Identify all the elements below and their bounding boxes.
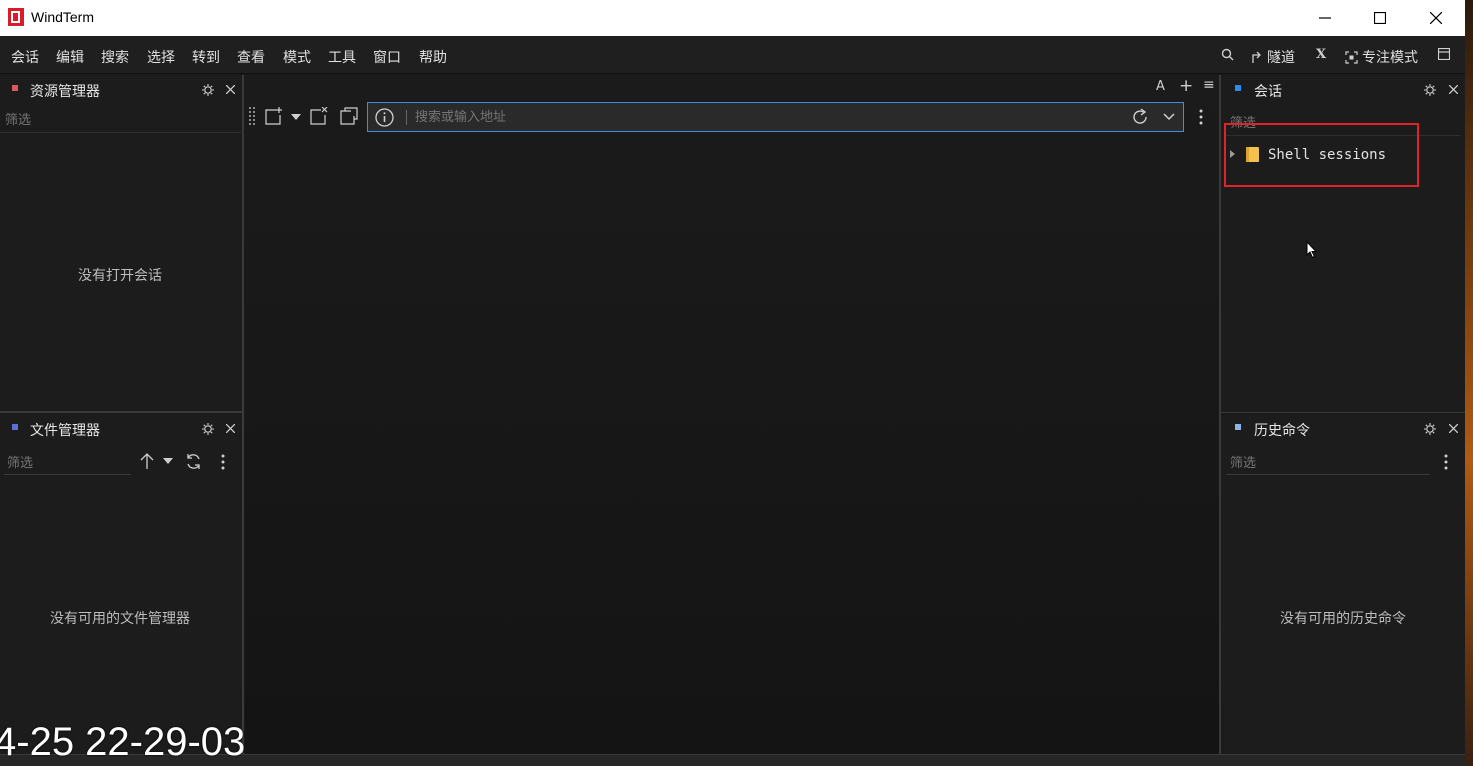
new-tab-button[interactable]: +: [1179, 76, 1193, 96]
up-arrow-icon[interactable]: [140, 452, 154, 470]
menu-search[interactable]: 搜索: [101, 47, 129, 67]
file-manager-empty-message: 没有可用的文件管理器: [50, 611, 190, 627]
layout-icon[interactable]: [1438, 48, 1450, 60]
address-separator: [406, 110, 407, 125]
title-bar: WindTerm: [0, 0, 1465, 36]
menu-view[interactable]: 查看: [237, 47, 265, 67]
more-vertical-icon[interactable]: [221, 454, 225, 470]
close-session-icon[interactable]: [310, 107, 328, 125]
filter-underline: [1226, 474, 1430, 475]
explorer-panel: 资源管理器 没有打开会话: [0, 75, 243, 412]
history-filter-input[interactable]: [1230, 452, 1430, 472]
file-manager-color-dot: [12, 424, 18, 430]
main-workspace: A + ≡: [245, 75, 1219, 755]
filter-underline: [4, 474, 131, 475]
tunnel-button[interactable]: 隧道: [1251, 47, 1295, 67]
more-vertical-icon[interactable]: [1199, 109, 1203, 125]
tunnel-label: 隧道: [1267, 50, 1295, 66]
minimize-icon: [1319, 17, 1331, 19]
refresh-icon[interactable]: [185, 453, 202, 470]
chevron-down-icon[interactable]: [1163, 113, 1175, 121]
minimize-button[interactable]: [1297, 0, 1353, 36]
session-panel: 会话 Shell sessions: [1221, 75, 1465, 412]
history-color-dot: [1235, 424, 1241, 430]
menu-help[interactable]: 帮助: [419, 47, 447, 67]
close-panel-icon[interactable]: [226, 424, 235, 433]
info-icon[interactable]: [375, 108, 394, 127]
menu-select[interactable]: 选择: [147, 47, 175, 67]
file-manager-panel: 文件管理器 没有可用的文件管理器: [0, 414, 243, 754]
search-icon[interactable]: [1221, 48, 1234, 61]
menu-goto[interactable]: 转到: [192, 47, 220, 67]
session-title: 会话: [1254, 84, 1282, 100]
history-empty-message: 没有可用的历史命令: [1280, 611, 1406, 627]
focus-mode-icon: [1345, 50, 1358, 64]
close-panel-icon[interactable]: [226, 85, 235, 94]
menu-session[interactable]: 会话: [11, 47, 39, 67]
close-panel-icon[interactable]: [1449, 85, 1458, 94]
gear-icon[interactable]: [202, 84, 214, 96]
filter-underline: [0, 132, 241, 133]
tab-menu-button[interactable]: ≡: [1203, 77, 1215, 93]
history-title: 历史命令: [1254, 423, 1310, 439]
left-horizontal-splitter[interactable]: [0, 411, 243, 413]
menu-bar: 会话 编辑 搜索 选择 转到 查看 模式 工具 窗口 帮助 隧道 X 专注模式: [0, 36, 1465, 74]
menu-tools[interactable]: 工具: [328, 47, 356, 67]
left-splitter[interactable]: [242, 75, 244, 755]
address-bar[interactable]: [367, 102, 1184, 132]
menu-mode[interactable]: 模式: [283, 47, 311, 67]
focus-mode-button[interactable]: 专注模式: [1345, 47, 1418, 67]
duplicate-session-icon[interactable]: [340, 107, 358, 125]
explorer-color-dot: [12, 85, 18, 91]
focus-mode-label: 专注模式: [1362, 50, 1418, 66]
overlay-timestamp: 4-25 22-29-03: [0, 720, 246, 764]
gear-icon[interactable]: [202, 423, 214, 435]
maximize-icon: [1374, 12, 1386, 24]
x-button[interactable]: X: [1316, 47, 1326, 62]
close-icon: [1430, 12, 1442, 24]
window-title: WindTerm: [31, 9, 95, 25]
close-panel-icon[interactable]: [1449, 424, 1458, 433]
mouse-cursor-icon: [1306, 241, 1317, 259]
windterm-app-icon: [8, 8, 24, 26]
font-button[interactable]: A: [1156, 79, 1165, 94]
new-session-icon[interactable]: [265, 107, 283, 125]
explorer-filter-input[interactable]: [5, 109, 237, 129]
address-input[interactable]: [415, 107, 1115, 127]
highlight-box: [1224, 123, 1419, 187]
desktop-background-edge: [1465, 0, 1473, 766]
gear-icon[interactable]: [1424, 84, 1436, 96]
chevron-down-icon[interactable]: [163, 458, 173, 464]
maximize-button[interactable]: [1352, 0, 1408, 36]
explorer-title: 资源管理器: [30, 84, 100, 100]
menu-edit[interactable]: 编辑: [56, 47, 84, 67]
drag-handle-icon[interactable]: [249, 107, 256, 127]
close-window-button[interactable]: [1408, 0, 1464, 36]
menu-window[interactable]: 窗口: [373, 47, 401, 67]
file-manager-filter-input[interactable]: [7, 452, 129, 472]
explorer-empty-message: 没有打开会话: [78, 268, 162, 284]
tunnel-icon: [1252, 51, 1261, 63]
file-manager-title: 文件管理器: [30, 423, 100, 439]
chevron-down-icon[interactable]: [291, 114, 301, 120]
reload-icon[interactable]: [1131, 108, 1149, 126]
more-vertical-icon[interactable]: [1444, 454, 1448, 470]
history-panel: 历史命令 没有可用的历史命令: [1221, 414, 1465, 754]
gear-icon[interactable]: [1424, 423, 1436, 435]
session-color-dot: [1235, 85, 1241, 91]
